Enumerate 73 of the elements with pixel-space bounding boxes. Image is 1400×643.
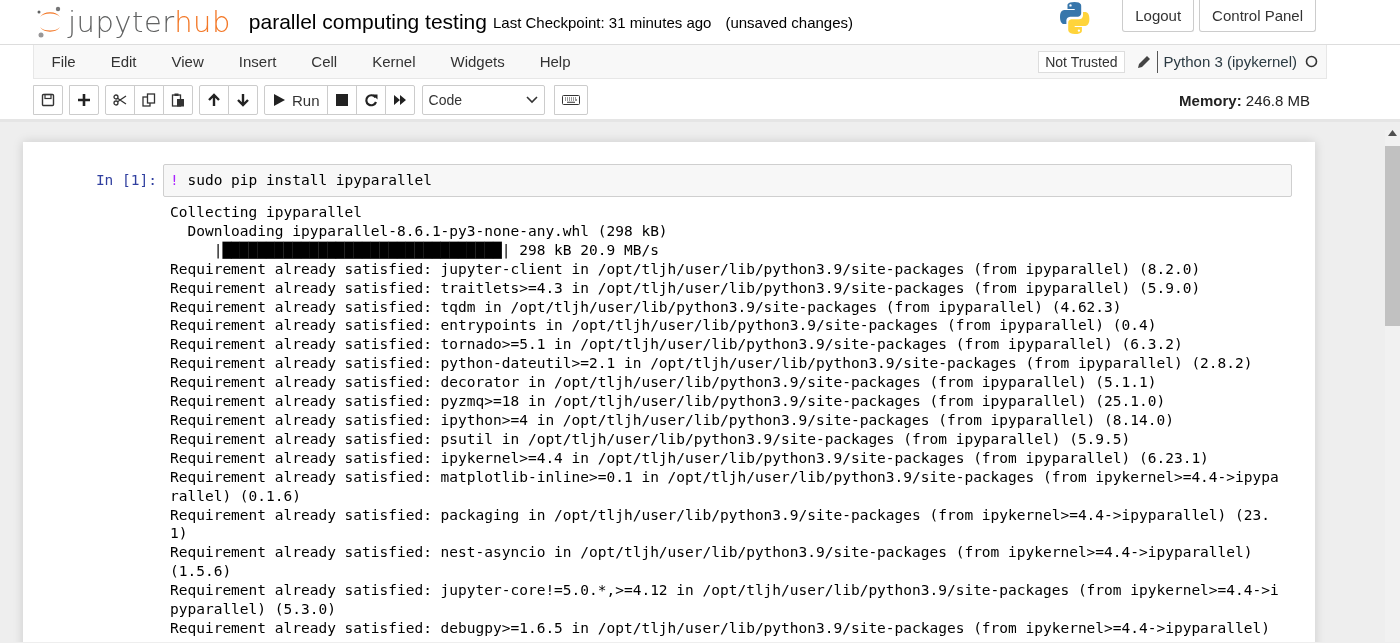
output-line: pyparallel) (5.3.0) [170, 600, 336, 619]
insert-cell-button[interactable] [69, 85, 99, 115]
menu-item[interactable]: Insert [221, 45, 294, 78]
python-logo-icon [1059, 1, 1092, 35]
scrollbar-thumb[interactable] [1385, 146, 1400, 326]
output-line: Requirement already satisfied: tornado>=5.1 in /opt/tljh/user/lib/python3.9/site-packages (from ipyparallel) (6.3.2) [170, 335, 1183, 355]
checkpoint-status: Last Checkpoint: 31 minutes ago [492, 13, 712, 31]
output-line: Collecting ipyparallel [170, 203, 363, 222]
output-line: Requirement already satisfied: jupyter-client in /opt/tljh/user/lib/python3.9/site-packages (from ipyparallel) (8.2.0) [170, 259, 1201, 279]
keyboard-icon [561, 93, 580, 107]
output-line: Requirement already satisfied: matplotlib-inline>=0.1 in /opt/tljh/user/lib/python3.9/site-packages (from ipykernel>=4.4->ipypa [170, 467, 1279, 487]
kernel-name[interactable]: Python 3 (ipykernel) [1163, 53, 1297, 70]
move-up-button[interactable] [199, 85, 229, 115]
move-down-button[interactable] [228, 85, 258, 115]
output-line: Requirement already satisfied: jupyter-core!=5.0.*,>=4.12 in /opt/tljh/user/lib/python3.9/site-packages (from ipykernel>=4.4->i [170, 581, 1279, 601]
autosave-status: (unsaved changes) [725, 13, 853, 31]
menu-item[interactable]: Help [522, 45, 589, 78]
paste-button[interactable] [163, 85, 193, 115]
save-icon [41, 93, 55, 107]
output-line: Requirement already satisfied: packaging in /opt/tljh/user/lib/python3.9/site-packages (from ipykernel>=4.4->ipyparallel) (23. [170, 505, 1270, 525]
output-line: (1.5.6) [170, 562, 232, 582]
menu-item[interactable]: File [34, 45, 94, 78]
output-line: Requirement already satisfied: psutil in /opt/tljh/user/lib/python3.9/site-packages (from ipyparallel) (5.9.5) [170, 429, 1131, 449]
restart-button[interactable] [355, 85, 386, 115]
notebook-title[interactable]: parallel computing testing [248, 10, 487, 34]
play-icon [272, 93, 286, 107]
menu-item[interactable]: View [154, 45, 222, 78]
menu-item[interactable]: Widgets [433, 45, 523, 78]
chevron-down-icon [525, 96, 538, 104]
output-line: Requirement already satisfied: debugpy>=1.6.5 in /opt/tljh/user/lib/python3.9/site-packages (from ipykernel>=4.4->ipyparallel) [170, 618, 1270, 638]
menu-item[interactable]: Edit [93, 45, 155, 78]
output-line: Requirement already satisfied: python-dateutil>=2.1 in /opt/tljh/user/lib/python3.9/site-packages (from ipyparallel) (2.8.2) [170, 354, 1253, 374]
menu-item[interactable]: Cell [293, 45, 355, 78]
arrow-up-icon [207, 93, 221, 107]
arrow-down-icon [236, 93, 250, 107]
fast-forward-icon [392, 93, 407, 107]
pencil-icon[interactable] [1136, 54, 1151, 69]
restart-icon [363, 93, 378, 107]
jupyterhub-logo[interactable]: jupyterhub [36, 5, 231, 39]
output-line: Requirement already satisfied: ipykernel>=4.4 in /opt/tljh/user/lib/python3.9/site-packages (from ipyparallel) (6.23.1) [170, 448, 1209, 468]
scroll-up-icon[interactable] [1388, 130, 1397, 136]
input-prompt: In [1]: [94, 171, 158, 190]
scissors-icon [113, 93, 127, 107]
paste-icon [171, 93, 185, 107]
control-panel-button[interactable]: Control Panel [1199, 0, 1316, 32]
cell-type-dropdown[interactable]: Code [421, 85, 545, 115]
stop-icon [334, 93, 349, 107]
output-line: rallel) (0.1.6) [170, 486, 301, 506]
plus-icon [77, 93, 91, 107]
run-button[interactable]: Run [264, 85, 328, 115]
output-line: Requirement already satisfied: nest-asyncio in /opt/tljh/user/lib/python3.9/site-packages (from ipykernel>=4.4->ipyparallel) [170, 543, 1253, 563]
run-all-button[interactable] [384, 85, 415, 115]
output-line: Requirement already satisfied: decorator in /opt/tljh/user/lib/python3.9/site-packages (from ipyparallel) (5.1.1) [170, 373, 1157, 393]
copy-button[interactable] [134, 85, 164, 115]
output-line: Requirement already satisfied: ipython>=4 in /opt/tljh/user/lib/python3.9/site-packages (from ipyparallel) (8.14.0) [170, 410, 1174, 430]
output-line: |████████████████████████████████| 298 kB 20.9 MB/s [212, 240, 659, 260]
output-line: Requirement already satisfied: entrypoints in /opt/tljh/user/lib/python3.9/site-packages (from ipyparallel) (0.4) [170, 316, 1157, 336]
output-line: Requirement already satisfied: traitlets>=4.3 in /opt/tljh/user/lib/python3.9/site-packages (from ipyparallel) (5.9.0) [170, 278, 1201, 298]
copy-icon [142, 93, 156, 107]
menu-item[interactable]: Kernel [354, 45, 433, 78]
interrupt-button[interactable] [326, 85, 357, 115]
trust-indicator[interactable]: Not Trusted [1038, 50, 1125, 73]
command-palette-button[interactable] [553, 85, 588, 115]
output-line: Downloading ipyparallel-8.6.1-py3-none-any.whl (298 kB) [186, 221, 668, 241]
output-line: Requirement already satisfied: tqdm in /opt/tljh/user/lib/python3.9/site-packages (from ipyparallel) (4.62.3) [170, 297, 1122, 317]
output-line: 1) [170, 524, 188, 544]
save-button[interactable] [33, 85, 63, 115]
kernel-status-icon [1305, 55, 1318, 68]
logout-button[interactable]: Logout [1122, 0, 1195, 32]
code-input[interactable]: ! sudo pip install ipyparallel [163, 164, 1292, 197]
memory-usage: Memory: 246.8 MB [1179, 91, 1310, 109]
output-line: Requirement already satisfied: pyzmq>=18 in /opt/tljh/user/lib/python3.9/site-packages (from ipyparallel) (25.1.0) [170, 392, 1166, 411]
cut-button[interactable] [105, 85, 135, 115]
